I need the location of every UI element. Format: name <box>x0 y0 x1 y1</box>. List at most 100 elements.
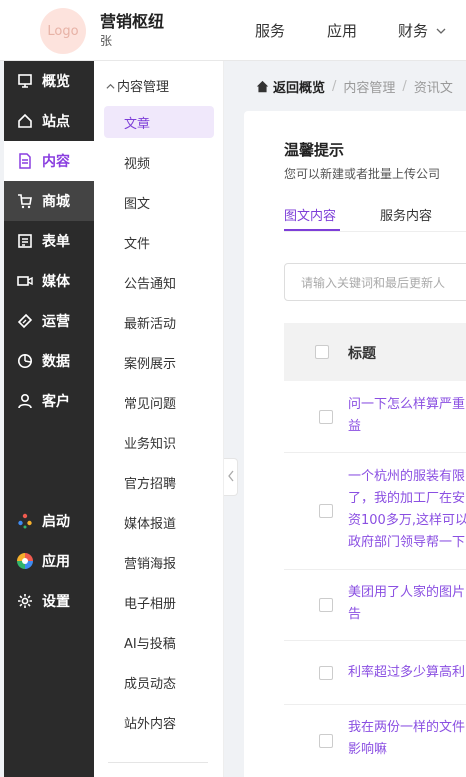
row-checkbox[interactable] <box>319 504 333 518</box>
submenu-item[interactable]: 成员动态 <box>104 666 214 698</box>
brand-name: 营销枢纽 <box>100 12 165 31</box>
submenu-divider <box>108 762 208 763</box>
tab-service-content[interactable]: 服务内容 <box>380 205 432 224</box>
submenu-header[interactable]: 内容管理 <box>106 76 169 95</box>
tab-graphic-content[interactable]: 图文内容 <box>284 205 336 224</box>
nav-item-overview[interactable]: 概览 <box>4 61 94 101</box>
table-header: 标题 <box>284 323 466 381</box>
topnav-finance[interactable]: 财务 <box>398 20 446 41</box>
row-title-line[interactable]: 告 <box>348 604 361 626</box>
row-title-line[interactable]: 影响嘛 <box>348 739 387 761</box>
tip-title: 温馨提示 <box>284 141 345 159</box>
row-title-line[interactable]: 问一下怎么样算严重 <box>348 394 465 416</box>
content-card: 温馨提示 您可以新建或者批量上传公司 图文内容 服务内容 请输入关键词和最后更新… <box>244 111 466 777</box>
row-title-line[interactable]: 资100多万,这样可以 <box>348 510 466 532</box>
submenu-item[interactable]: 官方招聘 <box>104 466 214 498</box>
active-tab-indicator <box>284 229 340 231</box>
submenu-item[interactable]: 文章 <box>104 106 214 138</box>
breadcrumb-separator: / <box>402 79 407 94</box>
nav-label: 内容 <box>42 154 70 170</box>
logo[interactable]: Logo <box>40 8 86 54</box>
row-title-line[interactable]: 美团用了人家的图片 <box>348 582 465 604</box>
row-title-line[interactable]: 一个杭州的服装有限 <box>348 466 465 488</box>
row-title-line[interactable]: 政府部门领导帮一下 <box>348 532 465 554</box>
search-input[interactable]: 请输入关键词和最后更新人 <box>284 263 466 301</box>
content-submenu: 内容管理 文章 视频 图文 文件 公告通知 最新活动 案例展示 常见问题 业务知… <box>94 61 224 777</box>
submenu-item[interactable]: 图文 <box>104 186 214 218</box>
breadcrumb-home-label: 返回概览 <box>273 81 326 96</box>
tip-description: 您可以新建或者批量上传公司 <box>284 167 441 181</box>
submenu-item[interactable]: 电子相册 <box>104 586 214 618</box>
nav-label: 应用 <box>42 554 70 570</box>
form-icon <box>16 232 34 250</box>
topnav-finance-label: 财务 <box>398 22 429 40</box>
submenu-item[interactable]: 文件 <box>104 226 214 258</box>
row-title-line[interactable]: 我在两份一样的文件 <box>348 717 465 739</box>
submenu-item[interactable]: 营销海报 <box>104 546 214 578</box>
chevron-up-icon <box>106 80 115 95</box>
home-icon <box>256 80 269 93</box>
topnav-apps[interactable]: 应用 <box>327 20 357 41</box>
breadcrumb-level2[interactable]: 资讯文 <box>414 77 453 96</box>
nav-label: 表单 <box>42 234 70 250</box>
gear-icon <box>16 592 34 610</box>
nav-label: 概览 <box>42 74 70 90</box>
nav-label: 客户 <box>42 394 70 410</box>
dashboard-icon <box>16 72 34 90</box>
nav-item-data[interactable]: 数据 <box>4 341 94 381</box>
main-sidebar: 概览 站点 内容 商城 表单 媒体 运营 数据 客户 启动 应用 设置 <box>4 61 94 777</box>
table-row[interactable]: 一个杭州的服装有限 了，我的加工厂在安 资100多万,这样可以 政府部门领导帮一… <box>284 453 466 570</box>
table-row[interactable]: 利率超过多少算高利 <box>284 641 466 705</box>
user-icon <box>16 392 34 410</box>
document-icon <box>16 152 34 170</box>
row-checkbox[interactable] <box>319 598 333 612</box>
nav-item-content[interactable]: 内容 <box>4 141 94 181</box>
table-row[interactable]: 美团用了人家的图片 告 <box>284 570 466 641</box>
select-all-checkbox[interactable] <box>315 345 329 359</box>
nav-item-customer[interactable]: 客户 <box>4 381 94 421</box>
nav-label: 设置 <box>42 594 70 610</box>
row-checkbox[interactable] <box>319 734 333 748</box>
nav-label: 站点 <box>42 114 70 130</box>
breadcrumb-home[interactable]: 返回概览 <box>256 77 325 96</box>
submenu-item[interactable]: 媒体报道 <box>104 506 214 538</box>
nav-item-settings[interactable]: 设置 <box>4 581 94 621</box>
nav-item-mall[interactable]: 商城 <box>4 181 94 221</box>
submenu-item[interactable]: 视频 <box>104 146 214 178</box>
submenu-item[interactable]: 业务知识 <box>104 426 214 458</box>
breadcrumb-level1[interactable]: 内容管理 <box>343 77 395 96</box>
top-header: Logo 营销枢纽 张 服务 应用 财务 <box>0 0 466 61</box>
nav-item-form[interactable]: 表单 <box>4 221 94 261</box>
row-title-line[interactable]: 利率超过多少算高利 <box>348 662 465 684</box>
row-title-line[interactable]: 了，我的加工厂在安 <box>348 488 465 510</box>
row-title-line[interactable]: 益 <box>348 416 361 438</box>
nav-label: 运营 <box>42 314 70 330</box>
submenu-item[interactable]: 站外内容 <box>104 706 214 738</box>
submenu-item[interactable]: 案例展示 <box>104 346 214 378</box>
apps-color-icon <box>16 552 34 570</box>
breadcrumb-separator: / <box>332 79 337 94</box>
nav-item-media[interactable]: 媒体 <box>4 261 94 301</box>
nav-label: 媒体 <box>42 274 70 290</box>
submenu-header-label: 内容管理 <box>117 80 170 95</box>
user-name[interactable]: 张 <box>100 32 112 49</box>
submenu-item[interactable]: AI与投稿 <box>104 626 214 658</box>
row-checkbox[interactable] <box>319 666 333 680</box>
submenu-item[interactable]: 公告通知 <box>104 266 214 298</box>
nav-item-site[interactable]: 站点 <box>4 101 94 141</box>
submenu-item[interactable]: 最新活动 <box>104 306 214 338</box>
topnav-services[interactable]: 服务 <box>255 20 285 41</box>
row-checkbox[interactable] <box>319 410 333 424</box>
launch-dots-icon <box>16 512 34 530</box>
submenu-item[interactable]: 常见问题 <box>104 386 214 418</box>
breadcrumb: 返回概览 / 内容管理 / 资讯文 <box>256 77 453 96</box>
table-row[interactable]: 问一下怎么样算严重 益 <box>284 381 466 453</box>
table-row[interactable]: 我在两份一样的文件 影响嘛 <box>284 705 466 777</box>
nav-item-launch[interactable]: 启动 <box>4 501 94 541</box>
nav-item-operation[interactable]: 运营 <box>4 301 94 341</box>
chevron-down-icon <box>436 26 446 36</box>
collapse-submenu-button[interactable] <box>224 458 238 496</box>
nav-item-apps[interactable]: 应用 <box>4 541 94 581</box>
nav-label: 启动 <box>42 514 70 530</box>
video-icon <box>16 272 34 290</box>
